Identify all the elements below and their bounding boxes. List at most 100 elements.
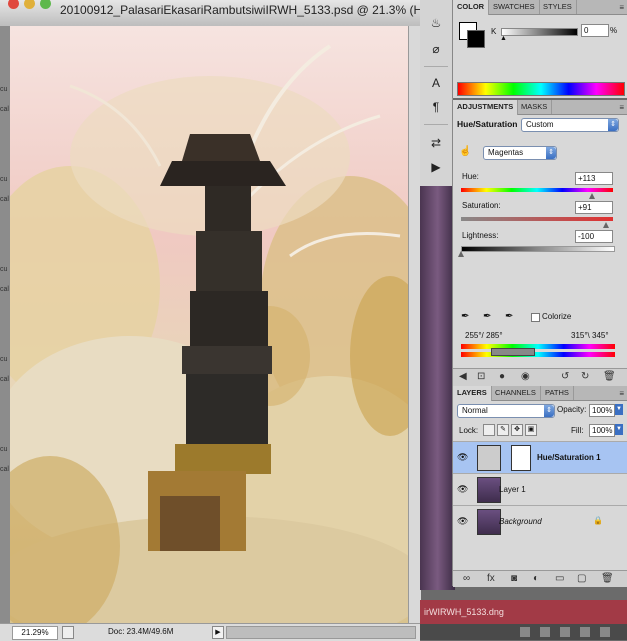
eyedropper-minus-icon[interactable]: ✒ (505, 311, 513, 322)
edge-text: cal (0, 286, 9, 293)
color-spectrum-ramp[interactable] (457, 82, 625, 96)
layer-row-hue-saturation[interactable]: 👁 Hue/Saturation 1 (453, 441, 627, 473)
layer-style-icon[interactable]: fx (487, 573, 495, 584)
eyedropper-plus-icon[interactable]: ✒ (483, 311, 491, 322)
return-to-list-icon[interactable]: ◀ (459, 371, 467, 382)
panel-menu-icon[interactable]: ≡ (619, 3, 624, 12)
paragraph-panel-icon[interactable]: ¶ (427, 98, 445, 116)
range-start-degrees: 255°/ 285° (465, 331, 503, 340)
tab-layers[interactable]: LAYERS (453, 386, 492, 401)
lock-icon: 🔒 (593, 516, 603, 525)
opacity-label: Opacity: (557, 405, 587, 414)
lock-all-icon[interactable]: ▣ (525, 424, 537, 436)
character-panel-icon[interactable]: A (427, 74, 445, 92)
edge-text: cu (0, 266, 8, 273)
background-document-tab[interactable]: irWIRWH_5133.dng (420, 600, 627, 624)
add-mask-icon[interactable]: ◙ (511, 573, 517, 584)
tile-icon[interactable] (600, 627, 610, 637)
targeted-adjustment-hand-icon[interactable]: ☝ (459, 146, 471, 157)
eye-icon[interactable]: 👁 (457, 452, 468, 463)
layer-row-layer-1[interactable]: 👁 Layer 1 (453, 473, 627, 505)
saturation-slider[interactable] (461, 217, 613, 221)
lock-position-icon[interactable]: ✥ (511, 424, 523, 436)
k-channel-slider[interactable] (501, 28, 578, 36)
panel-menu-icon[interactable]: ≡ (619, 389, 624, 398)
new-group-icon[interactable]: ▭ (555, 573, 564, 584)
close-window-button[interactable] (8, 0, 19, 9)
background-color-swatch[interactable] (467, 30, 485, 48)
lightness-value[interactable]: -100 (575, 230, 613, 243)
tab-color[interactable]: COLOR (453, 0, 490, 15)
dock-area (420, 624, 627, 640)
tile-icon[interactable] (560, 627, 570, 637)
history-panel-icon[interactable]: ⇄ (427, 134, 445, 152)
lightness-slider[interactable] (461, 246, 615, 252)
preset-select[interactable]: Custom ⇕ (521, 118, 619, 132)
hue-slider[interactable] (461, 188, 613, 192)
result-color-ramp (461, 352, 615, 357)
clip-to-layer-icon[interactable]: ● (499, 371, 505, 382)
saturation-value[interactable]: +91 (575, 201, 613, 214)
range-slider[interactable] (491, 348, 535, 356)
tile-icon[interactable] (580, 627, 590, 637)
lock-label: Lock: (459, 426, 479, 435)
select-arrows-icon: ⇕ (608, 119, 618, 131)
hue-slider-thumb[interactable] (589, 193, 595, 199)
expanded-view-icon[interactable]: ⊡ (477, 371, 485, 382)
actions-panel-icon[interactable]: ▶ (427, 158, 445, 176)
status-menu-arrow-icon[interactable]: ▶ (212, 626, 224, 639)
lock-image-icon[interactable]: ✎ (497, 424, 509, 436)
source-color-ramp (461, 344, 615, 349)
tab-swatches[interactable]: SWATCHES (489, 0, 540, 14)
background-document-title: irWIRWH_5133.dng (424, 607, 504, 617)
zoom-options-icon[interactable] (62, 626, 74, 639)
fill-value[interactable]: 100% (589, 424, 615, 437)
channel-select[interactable]: Magentas ⇕ (483, 146, 557, 160)
tile-icon[interactable] (520, 627, 530, 637)
layer-row-background[interactable]: 👁 Background 🔒 (453, 505, 627, 537)
brushes-icon[interactable]: ⌀ (427, 40, 445, 58)
view-previous-state-icon[interactable]: ↺ (561, 371, 569, 382)
zoom-level-field[interactable]: 21.29% (12, 626, 58, 640)
tab-masks[interactable]: MASKS (517, 100, 553, 114)
adjustments-panel: ADJUSTMENTS MASKS ≡ Hue/Saturation Custo… (452, 100, 627, 387)
tile-icon[interactable] (540, 627, 550, 637)
minimize-window-button[interactable] (24, 0, 35, 9)
delete-adjustment-icon[interactable]: 🗑 (603, 371, 616, 382)
tab-paths[interactable]: PATHS (541, 386, 574, 400)
new-adjustment-icon[interactable]: ◐ (533, 573, 539, 584)
link-layers-icon[interactable]: ∞ (463, 573, 470, 584)
k-channel-value[interactable]: 0 (581, 24, 609, 37)
visibility-icon[interactable]: ◉ (521, 371, 530, 382)
layer-mask-thumbnail[interactable] (511, 445, 531, 471)
hue-value[interactable]: +113 (575, 172, 613, 185)
tab-styles[interactable]: STYLES (539, 0, 577, 14)
saturation-slider-thumb[interactable] (603, 222, 609, 228)
blend-mode-select[interactable]: Normal ⇕ (457, 404, 555, 418)
eye-icon[interactable]: 👁 (457, 516, 468, 527)
tab-channels[interactable]: CHANNELS (491, 386, 541, 400)
document-canvas[interactable] (10, 26, 408, 624)
eyedropper-icon[interactable]: ✒ (461, 311, 469, 322)
opacity-value[interactable]: 100% (589, 404, 615, 417)
adjustment-layer-thumbnail (477, 445, 501, 471)
lightness-slider-thumb[interactable] (458, 251, 464, 257)
clone-source-icon[interactable]: ♨ (427, 14, 445, 32)
opacity-dropdown-icon[interactable]: ▼ (615, 404, 623, 415)
delete-layer-icon[interactable]: 🗑 (601, 573, 614, 584)
colorize-label: Colorize (542, 312, 572, 321)
lock-transparency-icon[interactable] (483, 424, 495, 436)
slider-thumb-icon[interactable]: ▲ (500, 35, 507, 42)
reset-icon[interactable]: ↻ (581, 371, 589, 382)
tab-adjustments[interactable]: ADJUSTMENTS (453, 100, 519, 115)
color-panel: COLOR SWATCHES STYLES ≡ K ▲ 0 % (452, 0, 627, 98)
horizontal-scrollbar[interactable] (226, 626, 416, 639)
edge-text: cu (0, 176, 8, 183)
eye-icon[interactable]: 👁 (457, 484, 468, 495)
new-layer-icon[interactable]: ▢ (577, 573, 586, 584)
colorize-checkbox[interactable] (531, 313, 540, 322)
panel-menu-icon[interactable]: ≡ (619, 103, 624, 112)
fill-dropdown-icon[interactable]: ▼ (615, 424, 623, 435)
background-document-edge[interactable] (420, 180, 455, 590)
zoom-window-button[interactable] (40, 0, 51, 9)
